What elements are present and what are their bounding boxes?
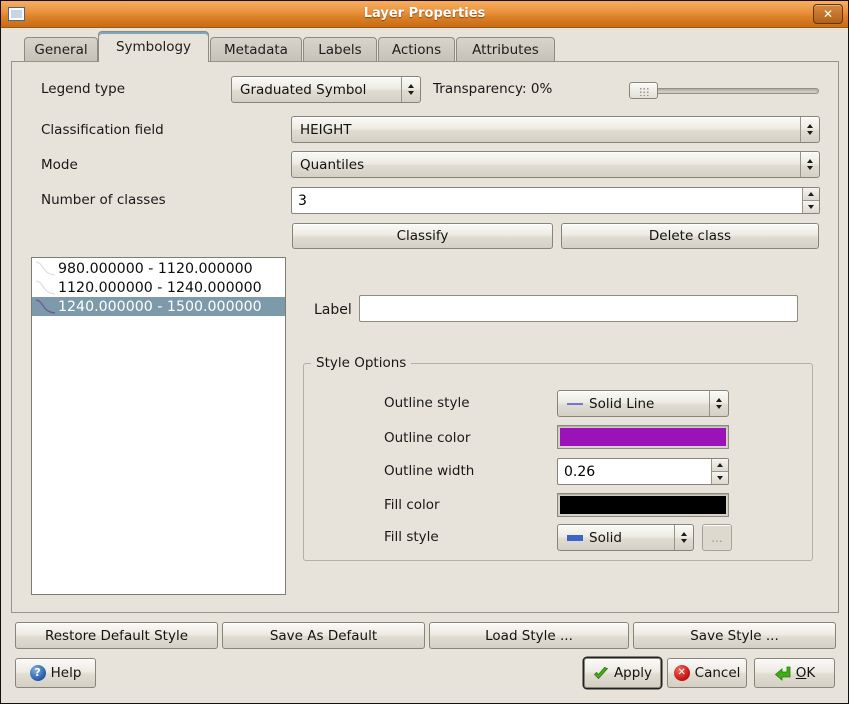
save-as-default-button[interactable]: Save As Default: [222, 622, 425, 649]
solid-fill-icon: [566, 533, 584, 543]
tab-general[interactable]: General: [24, 37, 98, 62]
apply-check-icon: [593, 666, 609, 681]
classification-field-combo[interactable]: HEIGHT: [291, 116, 820, 143]
fill-style-combo[interactable]: Solid: [557, 524, 694, 551]
spin-up-button[interactable]: [711, 459, 728, 471]
save-style-button[interactable]: Save Style ...: [633, 622, 836, 649]
outline-color-button[interactable]: [557, 425, 729, 449]
mode-value: Quantiles: [300, 157, 364, 173]
help-button-label: Help: [51, 665, 82, 681]
outline-color-swatch: [560, 428, 726, 446]
class-list[interactable]: 980.000000 - 1120.000000 1120.000000 - 1…: [31, 257, 286, 595]
slider-handle[interactable]: [629, 82, 658, 99]
ok-button-label: OK: [796, 665, 816, 681]
label-field-label: Label: [314, 302, 352, 318]
ok-enter-icon: [774, 665, 791, 681]
tab-labels[interactable]: Labels: [303, 37, 377, 62]
graduated-symbol-icon: [33, 279, 58, 296]
outline-color-label: Outline color: [384, 430, 470, 446]
outline-width-value: 0.26: [564, 464, 595, 480]
class-range-label: 1240.000000 - 1500.000000: [58, 299, 262, 315]
restore-default-style-button[interactable]: Restore Default Style: [15, 622, 218, 649]
combo-arrows-icon: [401, 77, 420, 102]
outline-style-label: Outline style: [384, 395, 470, 411]
graduated-symbol-icon: [33, 298, 58, 315]
fill-style-label: Fill style: [384, 529, 439, 545]
number-of-classes-value: 3: [298, 193, 307, 209]
fill-color-swatch: [560, 496, 726, 514]
apply-button-label: Apply: [614, 665, 652, 681]
class-range-label: 980.000000 - 1120.000000: [58, 261, 253, 277]
classification-field-value: HEIGHT: [300, 122, 352, 138]
help-icon: ?: [30, 665, 46, 681]
ok-button[interactable]: OK: [754, 658, 835, 688]
fill-style-more-button[interactable]: ...: [702, 524, 732, 551]
tab-attributes[interactable]: Attributes: [456, 37, 555, 62]
solid-line-icon: [566, 400, 584, 408]
classification-field-label: Classification field: [41, 122, 164, 138]
combo-arrows-icon: [800, 152, 819, 177]
cancel-button-label: Cancel: [695, 665, 741, 681]
close-button[interactable]: ✕: [813, 4, 843, 24]
load-style-button[interactable]: Load Style ...: [429, 622, 629, 649]
legend-type-value: Graduated Symbol: [240, 82, 366, 98]
combo-arrows-icon: [709, 391, 728, 416]
mode-combo[interactable]: Quantiles: [291, 151, 820, 178]
number-of-classes-label: Number of classes: [41, 192, 166, 208]
fill-color-button[interactable]: [557, 493, 729, 517]
class-list-item[interactable]: 1120.000000 - 1240.000000: [32, 278, 285, 297]
outline-style-combo[interactable]: Solid Line: [557, 390, 729, 417]
style-options-title: Style Options: [311, 355, 411, 371]
delete-class-button[interactable]: Delete class: [561, 223, 819, 249]
spin-down-button[interactable]: [711, 471, 728, 484]
help-button[interactable]: ? Help: [15, 658, 96, 688]
tab-symbology[interactable]: Symbology: [98, 31, 209, 62]
window-title: Layer Properties: [1, 6, 848, 21]
fill-color-label: Fill color: [384, 497, 440, 513]
tab-actions[interactable]: Actions: [378, 37, 455, 62]
class-list-item[interactable]: 980.000000 - 1120.000000: [32, 259, 285, 278]
classify-button[interactable]: Classify: [292, 223, 553, 249]
class-range-label: 1120.000000 - 1240.000000: [58, 280, 262, 296]
style-options-group: Style Options Outline style Solid Line O…: [303, 363, 813, 561]
apply-button[interactable]: Apply: [584, 658, 661, 688]
combo-arrows-icon: [800, 117, 819, 142]
titlebar[interactable]: Layer Properties ✕: [1, 1, 848, 28]
graduated-symbol-icon: [33, 260, 58, 277]
legend-type-combo[interactable]: Graduated Symbol: [231, 76, 421, 103]
tab-metadata[interactable]: Metadata: [210, 37, 302, 62]
close-icon: ✕: [823, 7, 833, 21]
number-of-classes-spinbox[interactable]: 3: [291, 187, 820, 214]
transparency-slider[interactable]: [629, 82, 819, 99]
fill-style-value: Solid: [589, 530, 622, 546]
outline-style-value: Solid Line: [589, 396, 654, 412]
legend-type-label: Legend type: [41, 81, 125, 97]
spin-down-button[interactable]: [802, 200, 819, 213]
outline-width-spinbox[interactable]: 0.26: [557, 458, 729, 485]
spin-up-button[interactable]: [802, 188, 819, 200]
layer-properties-dialog: Layer Properties ✕ General Symbology Met…: [0, 0, 849, 704]
cancel-icon: ✕: [674, 665, 690, 681]
label-input[interactable]: [359, 295, 798, 322]
mode-label: Mode: [41, 157, 78, 173]
combo-arrows-icon: [674, 525, 693, 550]
transparency-label: Transparency: 0%: [433, 81, 552, 97]
outline-width-label: Outline width: [384, 463, 474, 479]
cancel-button[interactable]: ✕ Cancel: [667, 658, 747, 688]
class-list-item-selected[interactable]: 1240.000000 - 1500.000000: [32, 297, 285, 316]
